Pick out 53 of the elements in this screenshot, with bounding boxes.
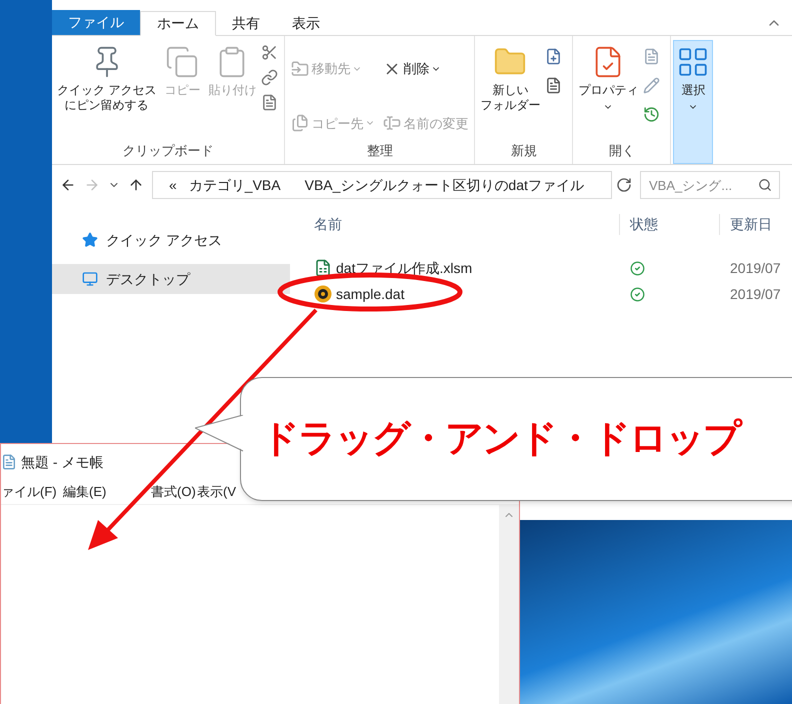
properties-button[interactable]: プロパティ	[575, 40, 642, 140]
back-icon[interactable]	[60, 177, 76, 193]
rename-icon	[383, 114, 402, 132]
group-label: 開く	[608, 142, 636, 160]
group-label: 新規	[510, 142, 538, 160]
file-row[interactable]: sample.dat 2019/07	[290, 281, 792, 307]
spreadsheet-icon	[314, 259, 332, 277]
scrollbar[interactable]	[499, 505, 519, 704]
edit-button[interactable]	[643, 77, 660, 94]
pin-button[interactable]: クイック アクセス にピン留めする	[54, 40, 160, 140]
column-header[interactable]: 状態	[620, 214, 720, 234]
select-button[interactable]: 選択	[673, 40, 714, 164]
file-tab[interactable]: ファイル	[52, 10, 140, 35]
window-title: 無題 - メモ帳	[21, 452, 104, 472]
copy-icon	[165, 45, 200, 79]
file-date: 2019/07	[729, 258, 781, 278]
breadcrumb[interactable]: VBA_シングルクォート区切りのdatファイル	[304, 174, 584, 196]
new-item-button[interactable]	[545, 48, 562, 65]
breadcrumb[interactable]: «	[169, 174, 177, 196]
copy-to-icon	[291, 114, 310, 132]
up-icon[interactable]	[128, 177, 144, 193]
file-name: sample.dat	[336, 284, 404, 304]
refresh-icon[interactable]	[616, 177, 632, 193]
menu-item[interactable]: 表示(V	[197, 482, 236, 502]
file-date: 2019/07	[729, 284, 781, 304]
nav-item[interactable]: クイック アクセス	[52, 225, 290, 255]
open-button[interactable]	[643, 48, 660, 65]
copy-path-button[interactable]	[261, 69, 278, 86]
column-header[interactable]: 名前	[290, 214, 620, 234]
scissors-button[interactable]	[261, 44, 278, 61]
group-label: 整理	[366, 142, 394, 160]
address-bar[interactable]: « カテゴリ_VBA VBA_シングルクォート区切りのdatファイル	[152, 171, 612, 199]
desktop-icon	[82, 271, 98, 287]
new-folder-button[interactable]: 新しい フォルダー	[477, 40, 544, 140]
nav-item[interactable]: デスクトップ	[52, 264, 290, 294]
ribbon-tab[interactable]: 表示	[276, 11, 336, 36]
menu-item[interactable]: 編集(E)	[63, 482, 151, 502]
move-to-icon	[291, 60, 310, 78]
history-button[interactable]	[643, 106, 660, 123]
search-icon	[758, 178, 772, 192]
group-label: クリップボード	[122, 142, 215, 160]
star-icon	[82, 232, 98, 248]
notepad-icon	[1, 454, 17, 470]
ribbon-tab[interactable]: 共有	[216, 11, 276, 36]
breadcrumb[interactable]: カテゴリ_VBA	[188, 174, 281, 196]
column-header[interactable]: 更新日	[720, 214, 772, 234]
search-field[interactable]: VBA_シング...	[640, 171, 780, 199]
ribbon-tab[interactable]: ホーム	[140, 11, 216, 36]
aperture-icon	[314, 285, 332, 303]
menu-item[interactable]: ァイル(F)	[1, 482, 63, 502]
callout-text: ドラッグ・アンド・ドロップ	[261, 416, 740, 462]
delete-button[interactable]: 削除	[383, 52, 468, 86]
menu-item[interactable]: 書式(O)	[151, 482, 197, 502]
